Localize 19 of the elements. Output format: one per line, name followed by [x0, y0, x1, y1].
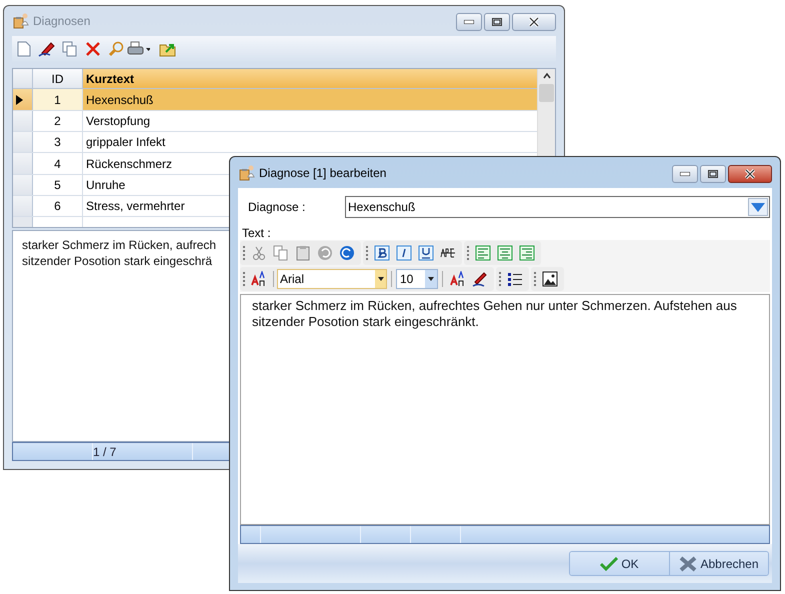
memo-text-line: sitzender Posotion stark eingeschrä [22, 254, 212, 268]
table-cell-text: Verstopfung [86, 112, 150, 130]
table-cell: 6 [33, 196, 83, 216]
field-label: Text : [242, 226, 271, 240]
table-cell: 1 [33, 89, 83, 110]
table-cell-text: grippaler Infekt [86, 134, 166, 152]
table-cell-text: Rückenschmerz [86, 156, 172, 172]
record-counter: 1 / 7 [93, 444, 116, 460]
window-title: Diagnose [1] bearbeiten [259, 164, 386, 182]
table-cell: 4 [33, 153, 83, 174]
memo-text-line: starker Schmerz im Rücken, aufrech [22, 238, 216, 252]
window-title: Diagnosen [33, 13, 90, 30]
table-cell: 3 [33, 132, 83, 152]
field-label: Diagnose : [248, 199, 306, 216]
table-cell-text: Stress, vermehrter [86, 198, 185, 216]
table-cell: 5 [33, 174, 83, 195]
table-cell-text: Hexenschuß [86, 92, 154, 109]
table-cell-text: Unruhe [86, 176, 126, 194]
table-cell: 2 [33, 110, 83, 132]
